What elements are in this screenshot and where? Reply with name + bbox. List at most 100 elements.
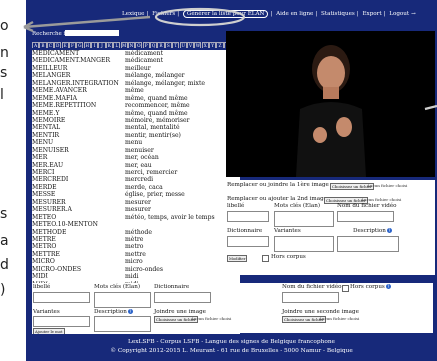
word-row[interactable]: MESURER mesurer <box>32 199 240 206</box>
word-row[interactable]: METTRE mettre <box>32 251 240 258</box>
alphabet-letter-g[interactable]: G <box>76 42 84 48</box>
word-row[interactable]: MICRO-ONDES micro-ondes <box>32 266 240 273</box>
word-row[interactable]: METRO metro <box>32 243 240 250</box>
word-definition: mesurer <box>125 206 151 214</box>
word-row[interactable]: MEME.REPETITION recommencer, même <box>32 102 240 109</box>
dictionnaire-input[interactable] <box>227 236 269 247</box>
search-input[interactable] <box>65 30 119 36</box>
word-gloss: METRE <box>32 235 56 243</box>
alphabet-letter-j[interactable]: J <box>98 42 106 48</box>
word-row[interactable]: MEME.Y même, quand même <box>32 110 240 117</box>
word-row[interactable]: MESSE église, prier, messe <box>32 191 240 198</box>
menu-aide-en-ligne[interactable]: Aide en ligne <box>276 11 313 17</box>
mots-cles-textarea[interactable] <box>94 292 151 308</box>
variantes-input[interactable] <box>33 316 90 327</box>
menu-statistiques[interactable]: Statistiques <box>321 11 355 17</box>
alphabet-letter-a[interactable]: A <box>32 42 40 48</box>
alphabet-letter-f[interactable]: F <box>68 42 77 48</box>
dictionnaire-input[interactable] <box>154 292 211 303</box>
word-gloss: METTRE <box>32 250 60 258</box>
word-row[interactable]: METEO.10-MENTON <box>32 221 240 228</box>
alphabet-letter-e[interactable]: E <box>61 42 69 48</box>
alphabet-letter-v[interactable]: V <box>186 42 195 48</box>
word-row[interactable]: MEME.MAFIA même, quand même <box>32 95 240 102</box>
footer-line2: © Copyright 2012-2015 L. Meurant - 61 ru… <box>110 348 353 354</box>
alphabet-letter-d[interactable]: D <box>54 42 62 48</box>
word-row[interactable]: MENTIR mentir, mentir(se) <box>32 132 240 139</box>
word-row[interactable]: MER.EAU mer, eau <box>32 162 240 169</box>
word-row[interactable]: METHODE méthode <box>32 229 240 236</box>
word-gloss: MENUISER <box>32 146 69 154</box>
word-row[interactable]: MEME.AVANCER même <box>32 87 240 94</box>
word-row[interactable]: MENUISER menuiser <box>32 147 240 154</box>
word-row[interactable]: MELANGER.INTEGRATION mélange, mélanger, m… <box>32 80 240 87</box>
word-row[interactable]: METRE mètre <box>32 236 240 243</box>
alphabet-letter-x[interactable]: X <box>201 42 209 48</box>
word-row[interactable]: MESURER.A mesurer <box>32 206 240 213</box>
word-definition: médicament <box>125 50 164 57</box>
alphabet-letter-u[interactable]: U <box>179 42 187 48</box>
nom-video-input[interactable] <box>282 292 339 303</box>
alphabet-letter-s[interactable]: S <box>164 42 172 48</box>
word-definition: même <box>125 87 144 95</box>
word-definition: midi <box>125 273 139 281</box>
alphabet-letter-y[interactable]: Y <box>209 42 217 48</box>
word-row[interactable]: MEDICAMENT médicament <box>32 50 240 57</box>
alphabet-letter-n[interactable]: N <box>127 42 136 48</box>
hors-corpus-checkbox[interactable] <box>342 285 349 292</box>
alphabet-letter-i[interactable]: I <box>91 42 99 48</box>
word-row[interactable]: MERDE merde, caca <box>32 184 240 191</box>
menu-lexique[interactable]: Lexique <box>122 11 144 17</box>
alphabet-letter-w[interactable]: W <box>194 42 202 48</box>
word-row[interactable]: METEO météo, temps, avoir le temps <box>32 214 240 221</box>
menu-logout[interactable]: Logout <box>389 11 409 17</box>
menu-export[interactable]: Export <box>362 11 381 17</box>
libelle-input[interactable] <box>33 292 90 303</box>
alphabet-letter-h[interactable]: H <box>83 42 91 48</box>
word-row[interactable]: MENU menu <box>32 139 240 146</box>
libelle-input[interactable] <box>227 211 269 222</box>
word-row[interactable]: MEMOIRE mémoire, mémoriser <box>32 117 240 124</box>
alphabet-letter-b[interactable]: B <box>39 42 47 48</box>
alphabet-letter-z[interactable]: Z <box>216 42 224 48</box>
hors-corpus-label: Hors corpus <box>271 254 306 260</box>
word-row[interactable]: MELANGER mélange, mélanger <box>32 72 240 79</box>
help-icon[interactable]: ? <box>127 309 133 314</box>
menu-fichiers[interactable]: Fichiers <box>152 11 175 17</box>
description-textarea[interactable] <box>337 236 399 252</box>
alphabet-letter-r[interactable]: R <box>157 42 165 48</box>
word-gloss: MEILLEUR <box>32 64 68 72</box>
overlay-letter: s <box>0 65 8 81</box>
alphabet-letter-l[interactable]: L <box>113 42 121 48</box>
sign-video-player[interactable] <box>226 31 435 177</box>
help-icon[interactable]: ? <box>385 284 391 289</box>
description-label: Description? <box>353 228 392 234</box>
word-definition: mer, eau <box>125 161 152 169</box>
word-gloss: MERCI <box>32 169 55 176</box>
alphabet-letter-q[interactable]: Q <box>150 42 158 48</box>
word-row[interactable]: MICRO micro <box>32 258 240 265</box>
alphabet-letter-p[interactable]: P <box>142 42 150 48</box>
mots-cles-textarea[interactable] <box>274 211 334 227</box>
modifier-button[interactable]: Modifier <box>227 255 248 262</box>
alphabet-letter-t[interactable]: T <box>172 42 180 48</box>
menu-generer-liste-elan[interactable]: Générer la liste pour ELAN <box>182 10 269 18</box>
help-icon[interactable]: ? <box>386 228 392 233</box>
word-row[interactable]: MENTAL mental, mentalité <box>32 124 240 131</box>
alphabet-letter-k[interactable]: K <box>105 42 113 48</box>
dictionnaire-label: Dictionnaire <box>227 228 263 234</box>
nom-video-input[interactable] <box>337 211 394 222</box>
word-row[interactable]: MER mer, océan <box>32 154 240 161</box>
alphabet-letter-c[interactable]: C <box>46 42 54 48</box>
alphabet-letter-o[interactable]: O <box>135 42 143 48</box>
hors-corpus-checkbox[interactable] <box>262 255 269 262</box>
description-textarea[interactable] <box>94 316 151 332</box>
alphabet-letter-m[interactable]: M <box>120 42 128 48</box>
word-row[interactable]: MEDICAMENT.MANGER médicament <box>32 57 240 64</box>
description-text: Description <box>94 309 127 315</box>
word-row[interactable]: MEILLEUR meilleur <box>32 65 240 72</box>
word-row[interactable]: MERCREDI mercredi <box>32 176 240 183</box>
variantes-textarea[interactable] <box>274 236 334 252</box>
word-definition: mettre <box>125 250 146 258</box>
word-row[interactable]: MERCI merci, remercier <box>32 169 240 176</box>
